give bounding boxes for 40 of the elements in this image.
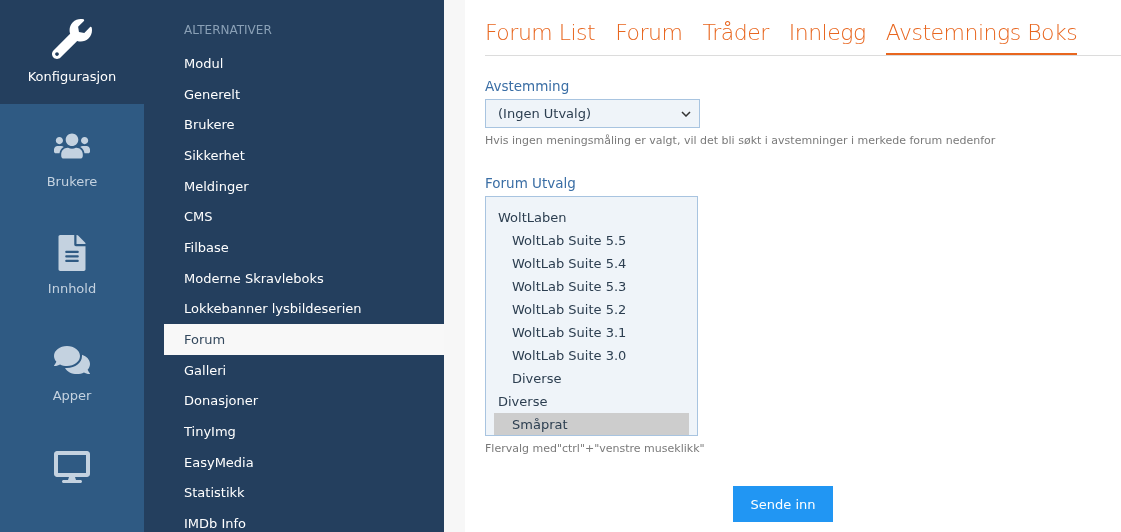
rail-item[interactable]: Konfigurasjon xyxy=(0,0,144,104)
menu-item[interactable]: Modul xyxy=(164,48,444,79)
help-text: Hvis ingen meningsmåling er valgt, vil det bli søkt i avstemninger i merkede forum nedenfor xyxy=(485,134,997,147)
list-option[interactable]: Småprat xyxy=(494,413,689,435)
menu-item[interactable]: Sikkerhet xyxy=(164,140,444,171)
wrench-icon xyxy=(52,19,92,60)
menu-item[interactable]: IMDb Info xyxy=(164,508,444,532)
chevron-down-icon xyxy=(681,110,691,117)
menu-item[interactable]: Generelt xyxy=(164,78,444,110)
list-option[interactable]: WoltLab Suite 5.5 xyxy=(494,229,689,252)
list-option[interactable]: WoltLaben xyxy=(494,206,689,229)
menu-item[interactable]: EasyMedia xyxy=(164,446,444,478)
rail-item[interactable]: Brukere xyxy=(0,103,144,211)
menu-item[interactable]: Galleri xyxy=(164,354,444,386)
menu-item[interactable]: Donasjoner xyxy=(164,385,444,417)
menu-item[interactable]: Statistikk xyxy=(164,477,444,509)
menu-item[interactable]: TinyImg xyxy=(164,416,444,447)
field-label: Forum Utvalg xyxy=(485,175,577,191)
list-option[interactable]: WoltLab Suite 3.0 xyxy=(494,344,689,367)
list-option[interactable]: WoltLab Suite 5.4 xyxy=(494,252,689,275)
list-option[interactable]: WoltLab Suite 5.3 xyxy=(494,275,689,298)
menu-item[interactable]: Moderne Skravleboks xyxy=(164,262,444,294)
menu-item[interactable]: Forum xyxy=(164,324,444,355)
menu-item[interactable]: CMS xyxy=(164,201,444,233)
list-option[interactable]: Diverse xyxy=(494,367,689,390)
list-option[interactable]: WoltLab Suite 5.2 xyxy=(494,298,689,321)
field-label: Avstemming xyxy=(485,78,571,94)
menu-item[interactable]: Meldinger xyxy=(164,170,444,202)
forum-listbox[interactable]: WoltLaben WoltLab Suite 5.5 WoltLab Suite 5.4 WoltLab Suite 5.3 WoltLab Suite 5.2 WoltLab Suite 3.1 WoltLab Suite 3.0 Diverse Diverse Småprat xyxy=(485,196,698,436)
menu-item[interactable]: Brukere xyxy=(164,109,444,141)
rail-item[interactable]: Apper xyxy=(0,317,144,425)
help-text: Flervalg med"ctrl"+"venstre museklikk" xyxy=(485,442,706,455)
monitor-icon xyxy=(54,448,90,485)
menu-item[interactable]: Filbase xyxy=(164,232,444,263)
menu-item[interactable]: Lokkebanner lysbildeserien xyxy=(164,293,444,325)
rail-item[interactable]: Innhold xyxy=(0,210,144,318)
section-heading: ALTERNATIVER xyxy=(183,23,273,39)
poll-select[interactable]: (Ingen Utvalg) xyxy=(485,99,700,128)
list-option[interactable]: Diverse xyxy=(494,390,689,413)
list-option[interactable]: WoltLab Suite 3.1 xyxy=(494,321,689,344)
